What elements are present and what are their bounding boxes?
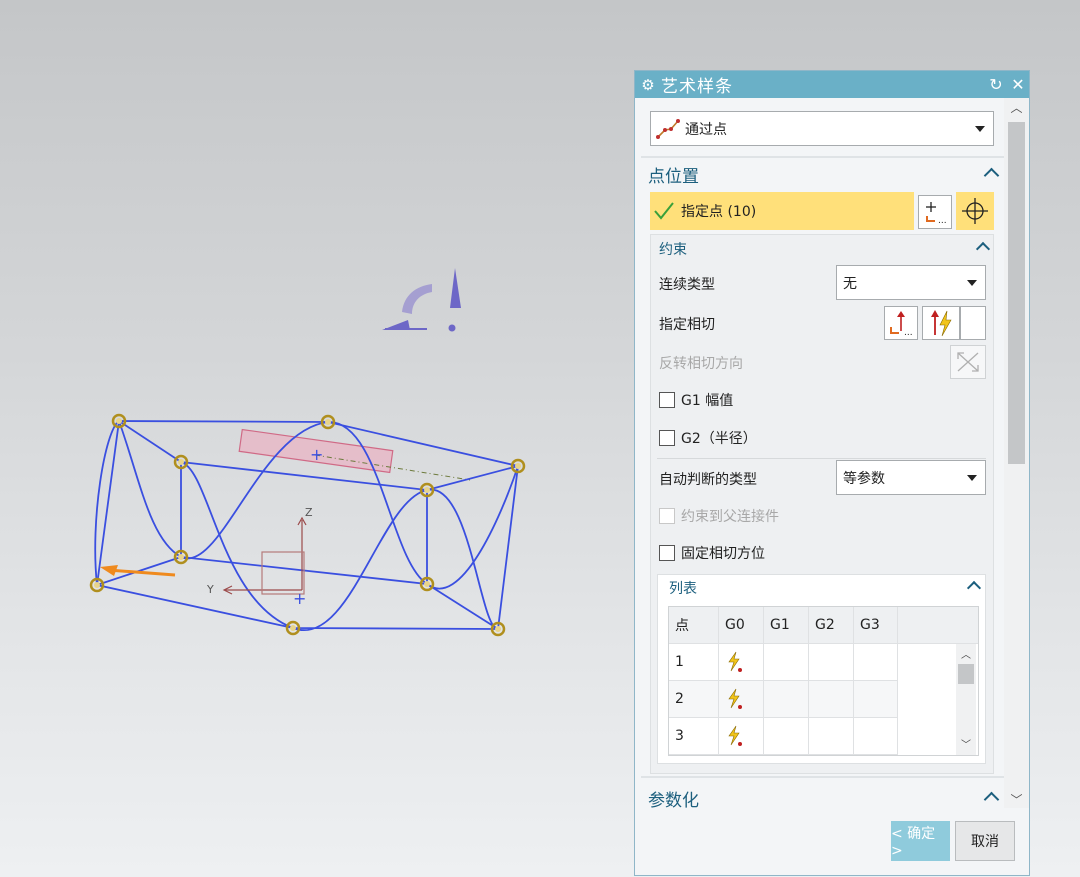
studio-spline-dialog: ⚙ 艺术样条 ↻ ✕ 通过点 点位置 指定点 (10) ... 约束 连续类型 …: [634, 70, 1030, 876]
reset-icon[interactable]: ↻: [985, 75, 1007, 94]
gear-icon: ⚙: [641, 75, 655, 94]
g0-cell[interactable]: [719, 681, 764, 718]
svg-text:...: ...: [904, 328, 913, 338]
table-header: G0: [719, 607, 764, 644]
specify-point-label: 指定点 (10): [681, 204, 757, 220]
continuity-type-value: 无: [843, 275, 857, 292]
g2-radius-checkbox[interactable]: [659, 430, 675, 446]
lightning-icon: [728, 725, 742, 746]
collapse-parameterization-icon[interactable]: [983, 791, 1000, 808]
table-header: 点: [669, 607, 719, 644]
table-scroll-thumb[interactable]: [958, 664, 974, 684]
lightning-icon: [728, 688, 742, 709]
wcs-triad: [222, 516, 307, 595]
chevron-up-icon[interactable]: ︿: [1004, 98, 1029, 118]
y-axis-label: Y: [206, 583, 214, 596]
section-list-label: 列表: [669, 581, 697, 597]
g2-radius-label: G2（半径）: [681, 431, 757, 447]
specify-tangent-label: 指定相切: [659, 317, 715, 333]
section-point-position-label: 点位置: [648, 166, 699, 187]
auto-infer-type-value: 等参数: [843, 470, 885, 487]
z-axis-label: Z: [305, 506, 313, 519]
dialog-title-bar[interactable]: ⚙ 艺术样条 ↻ ✕: [635, 71, 1029, 98]
checkmark-icon: [654, 202, 674, 220]
g2-cell[interactable]: [809, 644, 854, 681]
dialog-button-bar: < 确定 > 取消: [635, 808, 1029, 875]
ok-button[interactable]: < 确定 >: [891, 821, 950, 861]
chevron-down-icon: [967, 474, 977, 481]
reverse-direction-button[interactable]: [950, 345, 986, 379]
spline-type-select[interactable]: 通过点: [650, 111, 994, 146]
section-parameterization[interactable]: 参数化: [648, 786, 699, 809]
continuity-type-select[interactable]: 无: [836, 265, 986, 300]
table-row-point[interactable]: 3: [669, 718, 719, 755]
point-dialog-icon: ...: [926, 202, 947, 226]
section-point-position[interactable]: 点位置: [648, 162, 699, 187]
g3-cell[interactable]: [854, 718, 898, 755]
point-dialog-button[interactable]: ...: [918, 195, 952, 229]
section-constraints-label: 约束: [659, 242, 687, 258]
chevron-down-icon[interactable]: ﹀: [1004, 790, 1029, 810]
cancel-button[interactable]: 取消: [955, 821, 1015, 861]
constrain-parent-checkbox[interactable]: [659, 508, 675, 524]
fix-tangent-checkbox[interactable]: [659, 545, 675, 561]
g1-cell[interactable]: [764, 644, 809, 681]
g1-cell[interactable]: [764, 718, 809, 755]
dialog-scroll-thumb[interactable]: [1008, 122, 1025, 464]
auto-infer-type-label: 自动判断的类型: [659, 472, 757, 488]
fix-tangent-label: 固定相切方位: [681, 546, 765, 562]
table-header: G1: [764, 607, 809, 644]
table-header: G2: [809, 607, 854, 644]
g2-cell[interactable]: [809, 681, 854, 718]
svg-text:...: ...: [938, 216, 947, 226]
section-list[interactable]: 列表: [669, 577, 697, 599]
table-row-point[interactable]: 1: [669, 644, 719, 681]
dialog-scrollbar[interactable]: ︿ ﹀: [1004, 98, 1029, 810]
crosshair-icon: [962, 198, 988, 224]
g1-magnitude-checkbox[interactable]: [659, 392, 675, 408]
chevron-down-icon: [975, 125, 985, 132]
reverse-tangent-label: 反转相切方向: [659, 356, 743, 372]
chevron-up-icon[interactable]: ︿: [956, 646, 976, 661]
center-plus-marker: +: [310, 445, 323, 464]
table-scrollbar[interactable]: ︿ ﹀: [956, 644, 976, 755]
spline-type-value: 通过点: [685, 121, 727, 138]
inferred-vector-icon: [931, 310, 952, 337]
through-points-icon: [656, 118, 680, 139]
section-constraints[interactable]: 约束: [659, 238, 687, 260]
specify-point-row[interactable]: 指定点 (10): [650, 192, 914, 230]
points-table[interactable]: 点 G0 G1 G2 G3 1 2 3 ︿ ﹀: [668, 606, 979, 756]
lightning-icon: [728, 651, 742, 672]
point-snap-button[interactable]: [956, 192, 994, 230]
dialog-title: 艺术样条: [661, 77, 733, 97]
reverse-direction-icon: [957, 352, 979, 372]
g3-cell[interactable]: [854, 644, 898, 681]
continuity-type-label: 连续类型: [659, 277, 715, 293]
chevron-down-icon: [967, 279, 977, 286]
auto-infer-type-select[interactable]: 等参数: [836, 460, 986, 495]
vector-dialog-icon: ...: [890, 311, 913, 338]
vector-options-dropdown[interactable]: [960, 306, 986, 340]
g1-cell[interactable]: [764, 681, 809, 718]
g1-magnitude-label: G1 幅值: [681, 393, 734, 409]
constrain-parent-label: 约束到父连接件: [681, 509, 779, 525]
table-header: G3: [854, 607, 898, 644]
g2-cell[interactable]: [809, 718, 854, 755]
inferred-vector-button[interactable]: [922, 306, 960, 340]
g0-cell[interactable]: [719, 644, 764, 681]
chevron-down-icon[interactable]: ﹀: [956, 736, 976, 751]
view-orient-icon[interactable]: [382, 268, 461, 332]
close-icon[interactable]: ✕: [1007, 75, 1029, 94]
table-row-point[interactable]: 2: [669, 681, 719, 718]
dialog-content: 通过点 点位置 指定点 (10) ... 约束 连续类型 无 指定相切 ... …: [635, 98, 1004, 808]
g3-cell[interactable]: [854, 681, 898, 718]
origin-plus-marker: +: [293, 589, 306, 608]
collapse-point-position-icon[interactable]: [983, 167, 1000, 184]
section-parameterization-label: 参数化: [648, 790, 699, 809]
g0-cell[interactable]: [719, 718, 764, 755]
tangent-vector-button[interactable]: ...: [884, 306, 918, 340]
table-header-filler: [898, 607, 978, 644]
tangent-handle[interactable]: [100, 565, 176, 577]
